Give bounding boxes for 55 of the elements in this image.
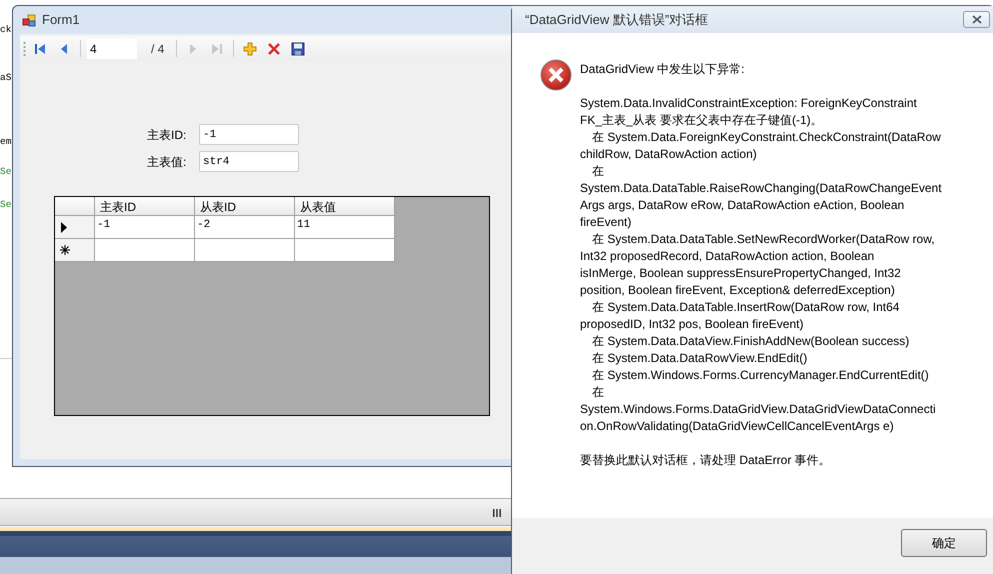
toolbar-grip-icon[interactable]	[23, 40, 26, 58]
error-text-line: Int32 proposedRecord, DataRowAction action, Boolean	[580, 248, 876, 265]
error-text-line: System.Data.DataTable.RaiseRowChanging(DataRowChangeEvent	[580, 180, 942, 197]
error-text-line: System.Data.InvalidConstraintException: ForeignKeyConstraint	[580, 95, 918, 112]
error-icon	[540, 59, 572, 91]
error-text-line: 在	[591, 384, 605, 401]
error-text-line: childRow, DataRowAction action)	[580, 146, 758, 163]
error-text-line: 在 System.Data.DataView.FinishAddNew(Boolean success)	[591, 333, 910, 350]
record-count: / 4	[150, 40, 166, 58]
text-field[interactable]: str4	[199, 151, 299, 172]
close-icon[interactable]	[972, 15, 982, 24]
hint-text: 要替换此默认对话框，请处理 DataError 事件。	[580, 452, 832, 469]
grip-icon[interactable]	[492, 508, 502, 518]
asterisk-icon	[60, 245, 70, 255]
error-heading: DataGridView 中发生以下异常:	[580, 61, 746, 78]
error-text-line: 在 System.Data.DataTable.SetNewRecordWorker(DataRow row,	[591, 231, 936, 248]
error-text-line: position, Boolean fireEvent, Exception& deferredException)	[580, 282, 896, 299]
error-text-line: isInMerge, Boolean suppressEnsurePropertyChanged, Int32	[580, 265, 902, 282]
error-text-line: fireEvent)	[580, 214, 632, 231]
error-text-line: 在 System.Data.DataTable.InsertRow(DataRow row, Int64	[591, 299, 900, 316]
table-cell[interactable]: -2	[195, 216, 295, 239]
column-header[interactable]: 从表值	[295, 197, 395, 216]
row-header[interactable]	[55, 216, 95, 239]
row-pointer-icon	[60, 222, 68, 232]
code-fragment: em	[0, 136, 12, 148]
error-text-line: proposedID, Int32 pos, Boolean fireEvent)	[580, 316, 804, 333]
column-header[interactable]: 从表ID	[195, 197, 295, 216]
error-text-line: System.Windows.Forms.DataGridView.DataGridViewDataConnecti	[580, 401, 937, 418]
save-icon[interactable]	[290, 40, 306, 56]
error-text-line: on.OnRowValidating(DataGridViewCellCancelEventArgs e)	[580, 418, 895, 435]
delete-icon[interactable]	[266, 40, 282, 56]
error-text-line: 在	[591, 163, 605, 180]
field-label: 主表ID:	[147, 126, 188, 144]
code-fragment: aS	[0, 72, 12, 84]
table-cell[interactable]: 11	[295, 216, 395, 239]
position-field[interactable]: 4	[87, 38, 137, 58]
window-title: Form1	[42, 11, 80, 30]
field-label: 主表值:	[147, 154, 188, 170]
error-text-line: 在 System.Windows.Forms.CurrencyManager.EndCurrentEdit()	[591, 367, 930, 384]
ok-button[interactable]: 确定	[901, 529, 987, 557]
table-cell[interactable]: -1	[95, 216, 195, 239]
code-fragment: Se	[0, 199, 12, 211]
row-header[interactable]	[55, 239, 95, 262]
code-fragment: Se	[0, 166, 12, 178]
dialog-title: “DataGridView 默认错误”对话框	[525, 10, 708, 29]
error-text-line: 在 System.Data.ForeignKeyConstraint.CheckConstraint(DataRow	[591, 129, 942, 146]
column-header[interactable]: 主表ID	[95, 197, 195, 216]
close-button[interactable]	[963, 11, 990, 28]
plus-icon[interactable]	[242, 40, 258, 56]
error-text-line: Args args, DataRow eRow, DataRowAction eAction, Boolean	[580, 197, 906, 214]
code-fragment: ck	[0, 24, 12, 36]
error-text-line: 在 System.Data.DataRowView.EndEdit()	[591, 350, 808, 367]
app-icon	[22, 14, 36, 26]
error-text-line: FK_主表_从表 要求在父表中存在子键值(-1)。	[580, 112, 824, 129]
text-field[interactable]: -1	[199, 124, 299, 145]
